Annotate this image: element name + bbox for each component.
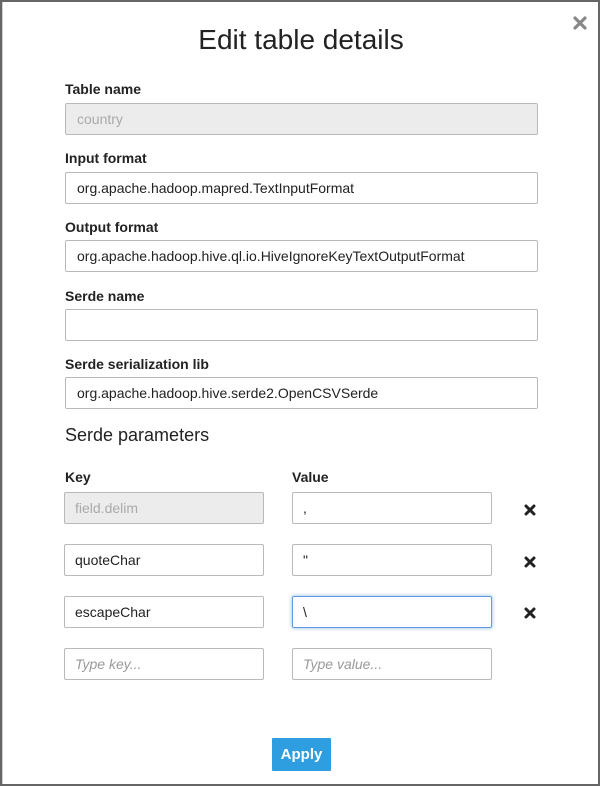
param-key-input[interactable] bbox=[64, 544, 264, 576]
new-param-key-input[interactable] bbox=[64, 648, 264, 680]
remove-param-button[interactable] bbox=[523, 555, 537, 569]
value-column-header: Value bbox=[292, 469, 329, 485]
edit-table-dialog: Edit table details Table name Input form… bbox=[2, 2, 598, 784]
remove-param-button[interactable] bbox=[523, 503, 537, 517]
table-name-input[interactable] bbox=[65, 103, 538, 135]
key-column-header: Key bbox=[65, 469, 91, 485]
dialog-title: Edit table details bbox=[198, 24, 404, 55]
serde-lib-input[interactable] bbox=[65, 377, 538, 409]
remove-icon bbox=[524, 556, 536, 568]
input-format-input[interactable] bbox=[65, 172, 538, 204]
remove-icon bbox=[524, 607, 536, 619]
param-key-input[interactable] bbox=[64, 596, 264, 628]
param-value-input[interactable] bbox=[292, 544, 492, 576]
serde-parameters-heading: Serde parameters bbox=[65, 425, 210, 445]
input-format-label: Input format bbox=[65, 150, 147, 166]
param-value-input[interactable] bbox=[292, 596, 492, 628]
table-name-label: Table name bbox=[65, 81, 141, 97]
output-format-input[interactable] bbox=[65, 240, 538, 272]
output-format-label: Output format bbox=[65, 219, 159, 235]
new-param-value-input[interactable] bbox=[292, 648, 492, 680]
serde-lib-label: Serde serialization lib bbox=[65, 356, 209, 372]
apply-button[interactable]: Apply bbox=[272, 738, 331, 771]
serde-name-label: Serde name bbox=[65, 288, 145, 304]
param-value-input[interactable] bbox=[292, 492, 492, 524]
remove-icon bbox=[524, 504, 536, 516]
serde-name-input[interactable] bbox=[65, 309, 538, 341]
param-key-input[interactable] bbox=[64, 492, 264, 524]
remove-param-button[interactable] bbox=[523, 606, 537, 620]
